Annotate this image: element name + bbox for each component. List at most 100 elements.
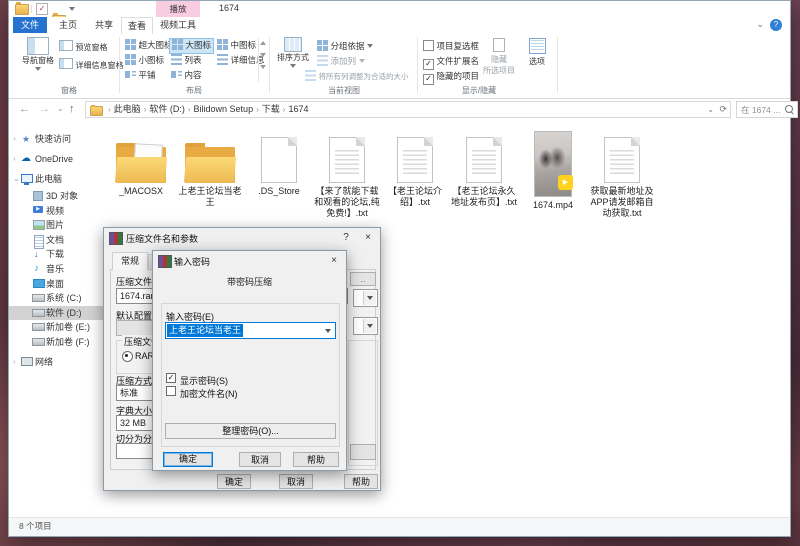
nav-pane-button[interactable]: 导航窗格	[21, 37, 55, 71]
sidebar-item-documents[interactable]: 文档	[9, 233, 113, 247]
sidebar-item-videos[interactable]: ▶ 视频	[9, 204, 113, 218]
password-input[interactable]: 上老王论坛当老王	[165, 322, 336, 339]
file-item[interactable]: 上老王论坛当老王	[177, 127, 243, 208]
view-large-icons[interactable]: 大图标	[169, 38, 214, 54]
file-item[interactable]: 【老王论坛介绍】.txt	[382, 127, 448, 208]
dropdown-icon[interactable]	[363, 319, 376, 333]
panes-group-label: 窗格	[29, 85, 109, 96]
hidden-items-toggle[interactable]: ✓ 隐藏的项目	[423, 70, 479, 85]
dropdown-icon[interactable]	[322, 324, 334, 337]
file-item[interactable]: ▶ 1674.mp4	[520, 127, 586, 211]
sidebar-item-downloads[interactable]: ↓ 下载	[9, 247, 113, 261]
view-small-icons[interactable]: 小图标	[123, 53, 166, 67]
file-item[interactable]: _MACOSX	[108, 127, 174, 197]
search-input[interactable]: 在 1674 ...	[736, 101, 798, 118]
preview-pane-button[interactable]: 预览窗格	[59, 40, 108, 53]
details-pane-button[interactable]: 详细信息窗格	[59, 58, 124, 71]
button-sliver[interactable]	[350, 444, 376, 460]
file-extensions-toggle[interactable]: ✓ 文件扩展名	[423, 55, 479, 70]
tab-general[interactable]: 常规	[112, 252, 148, 270]
refresh-icon[interactable]: ⟳	[719, 104, 727, 115]
password-dialog-titlebar[interactable]: 输入密码 ×	[153, 251, 346, 271]
computer-icon	[21, 174, 33, 183]
breadcrumb-this-pc[interactable]: 此电脑	[114, 102, 141, 117]
dialog-close-button[interactable]: ×	[326, 254, 342, 268]
sidebar-item-drive-c[interactable]: 系统 (C:)	[9, 291, 113, 305]
gallery-down-icon[interactable]	[260, 53, 266, 57]
file-item[interactable]: 【老王论坛永久地址发布页】.txt	[451, 127, 517, 208]
group-separator	[269, 37, 270, 93]
sort-by-button[interactable]: 排序方式	[275, 37, 311, 68]
view-list[interactable]: 列表	[169, 53, 204, 67]
item-checkboxes-toggle[interactable]: 项目复选框	[423, 40, 479, 52]
file-item[interactable]: 获取最新地址及APP请发邮箱自动获取.txt	[589, 127, 655, 219]
help-icon[interactable]: ?	[770, 19, 782, 31]
size-columns-button[interactable]: 将所有列调整为合适的大小	[305, 70, 409, 82]
archive-ok-button[interactable]: 确定	[217, 474, 251, 489]
tab-home[interactable]: 主页	[53, 17, 83, 33]
layout-group-label: 布局	[154, 85, 234, 96]
address-dropdown-icon[interactable]: ⌄	[707, 105, 714, 114]
show-password-checkbox[interactable]: ✓	[166, 373, 176, 383]
dialog-help-button[interactable]: ?	[338, 231, 354, 245]
file-item[interactable]: 【来了就能下载和观看的论坛,纯免费!】.txt	[314, 127, 380, 219]
password-cancel-button[interactable]: 取消	[239, 452, 281, 467]
gallery-up-icon[interactable]	[260, 41, 266, 45]
tab-video-tools[interactable]: 视频工具	[156, 17, 200, 33]
title-bar[interactable]: | ✓ 播放 1674 – □ ×	[9, 1, 790, 17]
update-mode-combo[interactable]	[353, 289, 378, 307]
sidebar-item-drive-e[interactable]: 新加卷 (E:)	[9, 320, 113, 334]
sidebar-item-quick-access[interactable]: › ★ 快速访问	[9, 132, 113, 146]
sidebar-item-drive-f[interactable]: 新加卷 (F:)	[9, 335, 113, 349]
collapse-ribbon-icon[interactable]: ⌄	[756, 19, 764, 30]
breadcrumb-download[interactable]: 下载	[262, 102, 280, 117]
qat-customize-icon[interactable]	[69, 7, 75, 11]
sidebar-item-music[interactable]: ♪ 音乐	[9, 262, 113, 276]
encrypt-names-checkbox[interactable]	[166, 386, 176, 396]
gallery-more-icon[interactable]	[260, 65, 266, 69]
view-xl-icons[interactable]: 超大图标	[123, 38, 175, 52]
back-button[interactable]: ←	[19, 99, 30, 119]
archive-help-button[interactable]: 帮助	[344, 474, 378, 489]
qat-properties-icon[interactable]: ✓	[36, 3, 48, 15]
sidebar-item-onedrive[interactable]: › ☁ OneDrive	[9, 152, 113, 166]
sidebar-item-network[interactable]: › 网络	[9, 355, 113, 369]
recent-locations-icon[interactable]: ⌄	[57, 99, 64, 119]
archive-cancel-button[interactable]: 取消	[279, 474, 313, 489]
dialog-close-button[interactable]: ×	[360, 231, 376, 245]
up-button[interactable]: ↑	[69, 99, 75, 119]
address-breadcrumb-box[interactable]: › 此电脑 › 软件 (D:) › Bilidown Setup › 下载 › …	[85, 101, 731, 118]
hide-selected-button[interactable]: 隐藏 所选项目	[481, 38, 517, 76]
view-medium-icons[interactable]: 中图标	[215, 38, 258, 52]
search-icon[interactable]	[785, 105, 793, 113]
breadcrumb-bilidown-setup[interactable]: Bilidown Setup	[194, 102, 254, 117]
forward-button[interactable]: →	[39, 99, 50, 119]
sidebar-item-this-pc[interactable]: ⌄ 此电脑	[9, 172, 113, 186]
breadcrumb-1674[interactable]: 1674	[288, 102, 308, 117]
dropdown-icon[interactable]	[363, 291, 376, 305]
sidebar-item-pictures[interactable]: 图片	[9, 218, 113, 232]
add-columns-button[interactable]: 添加列	[317, 55, 365, 67]
sidebar-item-drive-d[interactable]: 软件 (D:)	[9, 306, 113, 320]
group-by-button[interactable]: 分组依据	[317, 40, 373, 52]
password-help-button[interactable]: 帮助	[293, 452, 339, 467]
winrar-icon	[109, 232, 123, 245]
archive-dialog-titlebar[interactable]: 压缩文件名和参数 ? ×	[104, 228, 380, 248]
tab-share[interactable]: 共享	[89, 17, 119, 33]
file-item[interactable]: .DS_Store	[246, 127, 312, 197]
add-columns-icon	[317, 55, 328, 66]
second-combo[interactable]	[353, 317, 378, 335]
tab-view[interactable]: 查看	[121, 17, 153, 34]
gallery-scrollbar[interactable]	[258, 38, 267, 82]
rar-radio[interactable]	[122, 351, 133, 362]
organize-passwords-button[interactable]: 整理密码(O)...	[165, 423, 336, 439]
browse-button[interactable]: ..	[350, 272, 376, 286]
breadcrumb-drive-d[interactable]: 软件 (D:)	[149, 102, 185, 117]
view-content[interactable]: 内容	[169, 68, 204, 82]
options-button[interactable]: 选项	[523, 38, 551, 67]
sidebar-item-3d-objects[interactable]: 3D 对象	[9, 189, 113, 203]
password-ok-button[interactable]: 确定	[163, 452, 213, 467]
view-tiles[interactable]: 平铺	[123, 68, 158, 82]
tab-file[interactable]: 文件	[13, 17, 47, 33]
sidebar-item-desktop[interactable]: 桌面	[9, 277, 113, 291]
